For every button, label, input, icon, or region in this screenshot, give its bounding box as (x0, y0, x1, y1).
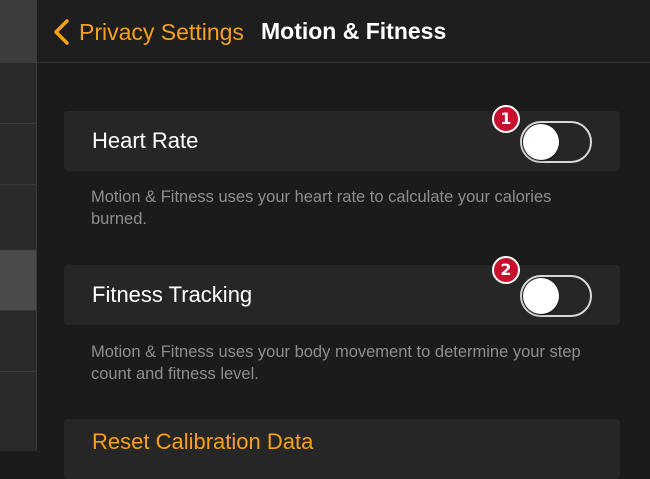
heart-rate-description: Motion & Fitness uses your heart rate to… (91, 188, 552, 228)
annotation-badge-2: 2 (492, 256, 520, 284)
back-button[interactable]: Privacy Settings (51, 17, 244, 47)
navigation-bar: Privacy Settings Motion & Fitness (37, 0, 650, 63)
fitness-tracking-label: Fitness Tracking (92, 282, 253, 307)
chevron-left-icon (54, 19, 69, 45)
page-title: Motion & Fitness (261, 18, 447, 44)
heart-rate-row: Heart Rate (64, 111, 620, 171)
reset-calibration-button[interactable]: Reset Calibration Data (92, 429, 313, 455)
back-label: Privacy Settings (79, 18, 244, 45)
toggle-knob (523, 278, 559, 314)
toggle-knob (523, 124, 559, 160)
annotation-badge-1: 1 (492, 105, 520, 133)
heart-rate-toggle[interactable] (520, 121, 592, 163)
fitness-tracking-row: Fitness Tracking (64, 265, 620, 325)
heart-rate-label: Heart Rate (92, 128, 199, 153)
fitness-tracking-toggle[interactable] (520, 275, 592, 317)
settings-content: Heart Rate 1 Motion & Fitness uses your … (37, 63, 650, 479)
reset-calibration-row[interactable]: Reset Calibration Data (64, 419, 620, 479)
fitness-tracking-description: Motion & Fitness uses your body movement… (91, 343, 581, 383)
sidebar-edge (0, 0, 37, 451)
